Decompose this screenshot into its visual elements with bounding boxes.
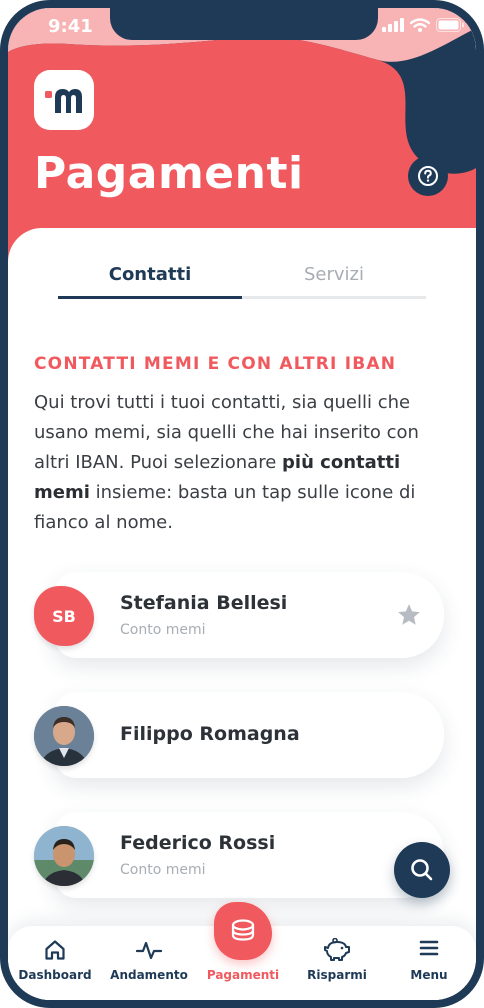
app-screen: 9:41 Pagamenti Contatti Servizi CONTATTI… <box>8 8 476 1000</box>
section-title: CONTATTI MEMI E CON ALTRI IBAN <box>34 354 397 374</box>
tab-bar: Contatti Servizi <box>58 264 426 300</box>
nav-label: Pagamenti <box>206 968 280 982</box>
search-icon <box>411 859 433 881</box>
description-text-end: insieme: basta un tap sulle icone di fia… <box>34 482 416 533</box>
app-logo <box>34 70 94 130</box>
activity-icon <box>102 938 196 962</box>
status-icons <box>382 18 464 32</box>
device-notch <box>110 8 378 40</box>
search-button[interactable] <box>394 842 450 898</box>
memi-logo-icon <box>45 89 82 113</box>
page-title: Pagamenti <box>34 148 304 199</box>
contact-name: Stefania Bellesi <box>120 592 288 614</box>
contact-subtitle: Conto memi <box>120 862 206 878</box>
nav-label: Andamento <box>110 968 188 982</box>
contact-subtitle: Conto memi <box>120 622 206 638</box>
tab-servizi[interactable]: Servizi <box>242 264 426 285</box>
section-description: Qui trovi tutti i tuoi contatti, sia que… <box>34 388 450 538</box>
tab-active-indicator <box>58 296 242 299</box>
contact-card-federico[interactable]: Federico Rossi Conto memi <box>54 812 444 898</box>
question-icon <box>418 166 438 186</box>
piggy-bank-icon <box>290 938 384 962</box>
status-time: 9:41 <box>48 16 93 37</box>
device-bezel: 9:41 Pagamenti Contatti Servizi CONTATTI… <box>0 0 484 1008</box>
avatar-photo-federico[interactable] <box>34 826 94 886</box>
star-icon[interactable] <box>396 602 422 628</box>
wifi-icon <box>410 18 430 32</box>
nav-label: Risparmi <box>307 968 367 982</box>
menu-icon <box>382 938 476 958</box>
help-button[interactable] <box>408 156 448 196</box>
signal-icon <box>382 18 404 32</box>
contact-card-stefania[interactable]: Stefania Bellesi Conto memi <box>54 572 444 658</box>
coins-icon <box>231 919 255 941</box>
nav-label: Dashboard <box>18 968 92 982</box>
avatar-photo-filippo[interactable] <box>34 706 94 766</box>
avatar-initials[interactable]: SB <box>34 586 94 646</box>
person-photo-icon <box>34 826 94 886</box>
nav-label: Menu <box>410 968 448 982</box>
phone-frame: 9:41 Pagamenti Contatti Servizi CONTATTI… <box>0 0 484 1008</box>
tab-contatti[interactable]: Contatti <box>58 264 242 285</box>
contact-card-filippo[interactable]: Filippo Romagna <box>54 692 444 778</box>
person-photo-icon <box>34 706 94 766</box>
contact-name: Federico Rossi <box>120 832 276 854</box>
contact-name: Filippo Romagna <box>120 723 300 745</box>
home-icon <box>8 938 102 962</box>
battery-icon <box>436 18 464 32</box>
